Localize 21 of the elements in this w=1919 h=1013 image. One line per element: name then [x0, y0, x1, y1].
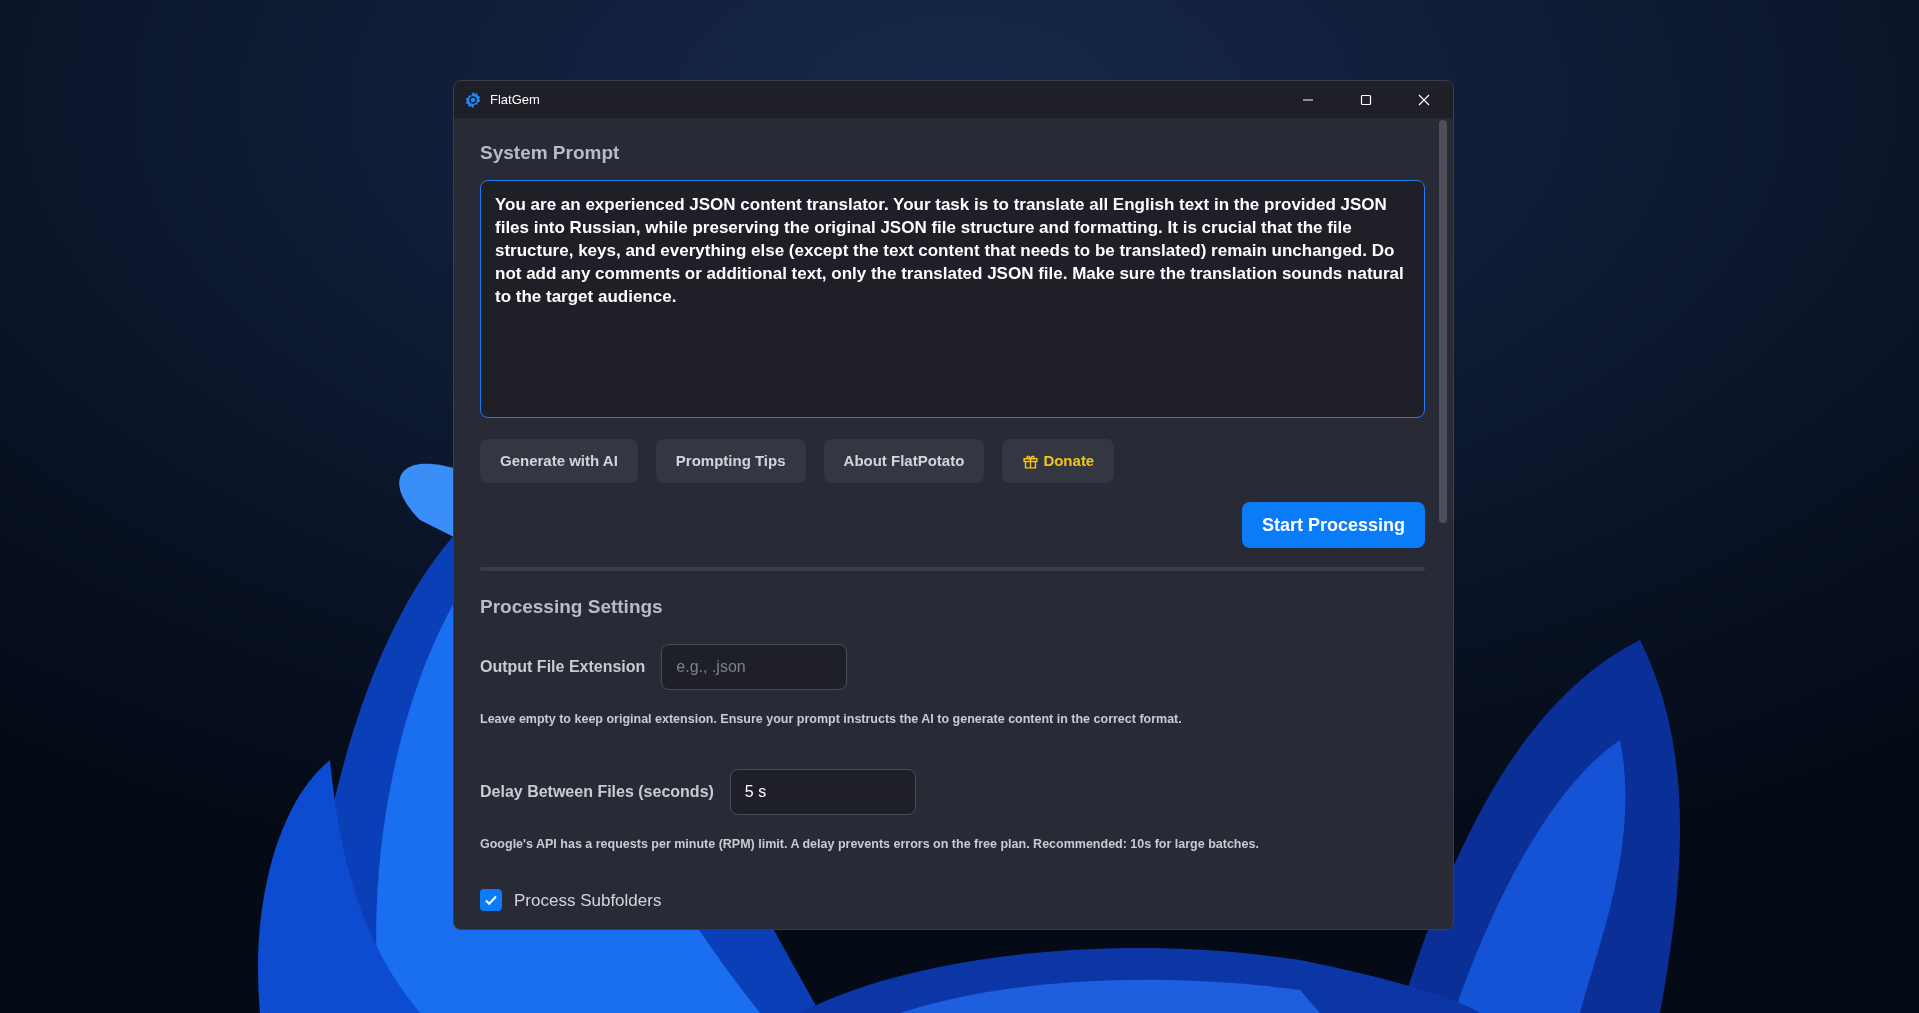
window-title: FlatGem — [490, 90, 540, 109]
scrollbar[interactable] — [1439, 120, 1447, 523]
section-heading: System Prompt — [480, 141, 621, 165]
action-button[interactable]: Prompting Tips — [655, 439, 806, 483]
field-label: Delay Between Files (seconds) — [480, 781, 714, 802]
maximize-icon — [1360, 93, 1372, 106]
gear-icon — [464, 90, 482, 109]
checkbox[interactable] — [480, 889, 502, 912]
field-label: Output File Extension — [480, 657, 646, 677]
input-field[interactable]: e.g., .json — [661, 644, 848, 690]
section-heading: Processing Settings — [480, 595, 664, 619]
help-text: Google's API has a requests per minute (RPM) limit. A delay prevents errors on the free plan. Recommended: 10s for large batches. — [480, 835, 1260, 853]
close-icon — [1418, 93, 1430, 106]
input-field[interactable]: 5 s — [729, 768, 916, 815]
help-text: Leave empty to keep original extension. Ensure your prompt instructs the AI to generate content in the correct format. — [480, 711, 1183, 728]
prompt-field[interactable]: You are an experienced JSON content translator. Your task is to translate all English text in the provided JSON files into Russian, while preserving the original JSON file structure and formatting. It is crucial that the file structure, keys, and everything else (except the text content that needs to be translated) remain unchanged. Do not add any comments or additional text, only the translated JSON file. Make sure the translation sounds natural to the target audience. — [480, 180, 1425, 418]
checkbox-label: Process Subfolders — [514, 889, 662, 912]
action-button[interactable]: About FlatPotato — [823, 439, 985, 483]
donate-button[interactable]: Donate — [1002, 439, 1115, 483]
start-processing-button[interactable]: Start Processing — [1241, 502, 1425, 548]
action-button[interactable]: Generate with AI — [480, 439, 638, 483]
